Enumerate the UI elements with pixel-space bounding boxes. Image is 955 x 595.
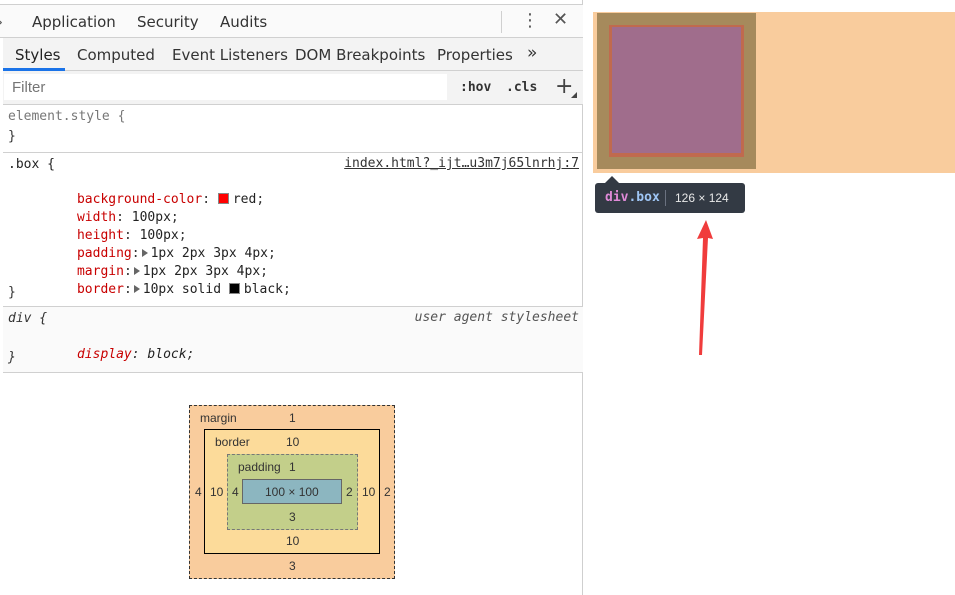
margin-top-value[interactable]: 1 xyxy=(289,411,296,425)
property-value[interactable]: black xyxy=(244,282,283,297)
property-value[interactable]: block xyxy=(147,347,186,362)
double-chevron-right-icon[interactable]: » xyxy=(527,43,537,63)
tooltip-dimensions: 126 × 124 xyxy=(675,191,729,205)
margin-right-value[interactable]: 2 xyxy=(384,485,391,499)
tooltip-element-name: div.box xyxy=(605,190,660,205)
expand-triangle-icon[interactable] xyxy=(133,285,140,293)
tab-security[interactable]: Security xyxy=(137,13,199,31)
cls-button[interactable]: .cls xyxy=(506,80,537,95)
corner-triangle-icon xyxy=(571,92,577,98)
rule-source-label: user agent stylesheet xyxy=(414,310,579,325)
border-bottom-value[interactable]: 10 xyxy=(286,534,299,548)
padding-label: padding xyxy=(238,460,281,474)
margin-left-value[interactable]: 4 xyxy=(195,485,202,499)
highlight-content-overlay xyxy=(612,27,741,153)
close-icon[interactable]: ✕ xyxy=(553,9,568,30)
border-top-value[interactable]: 10 xyxy=(286,435,299,449)
declaration-border[interactable]: border: 10px solid black; xyxy=(30,267,291,312)
box-rule: .box { index.html?_ijt…u3m7j65lnrhj:7 ba… xyxy=(3,153,583,307)
element-inspect-tooltip: div.box 126 × 124 xyxy=(595,176,745,213)
rule-selector[interactable]: div { xyxy=(8,311,47,326)
property-name[interactable]: border xyxy=(77,282,124,297)
tooltip-tag: div xyxy=(605,190,629,205)
property-value[interactable]: red xyxy=(233,192,256,207)
border-label: border xyxy=(215,435,250,449)
margin-bottom-value[interactable]: 3 xyxy=(289,559,296,573)
rule-source-link[interactable]: index.html?_ijt…u3m7j65lnrhj:7 xyxy=(344,156,579,171)
tabbar-divider xyxy=(501,11,502,33)
tab-event-listeners[interactable]: Event Listeners xyxy=(172,46,288,64)
tab-computed[interactable]: Computed xyxy=(77,46,155,64)
element-style-rule: element.style { } xyxy=(3,105,583,153)
hov-button[interactable]: :hov xyxy=(460,80,491,95)
padding-bottom-value[interactable]: 3 xyxy=(289,510,296,524)
rule-close-brace: } xyxy=(8,350,16,365)
devtools-main-tabbar: › Application Security Audits ⋮ ✕ xyxy=(0,4,583,38)
filter-input[interactable] xyxy=(4,74,447,100)
semicolon: ; xyxy=(283,282,291,297)
declaration-display[interactable]: display: block; xyxy=(30,332,194,377)
margin-label: margin xyxy=(200,411,237,425)
tooltip-arrow xyxy=(605,176,619,183)
color-swatch-icon[interactable] xyxy=(228,283,240,294)
semicolon: ; xyxy=(186,347,195,362)
tooltip-divider xyxy=(665,190,666,206)
sidebar-tabbar: Styles Computed Event Listeners DOM Brea… xyxy=(3,38,583,71)
devtools-panel: › Application Security Audits ⋮ ✕ Styles… xyxy=(0,0,583,595)
colon: : xyxy=(131,347,148,362)
colon: : xyxy=(202,192,218,207)
tab-application[interactable]: Application xyxy=(32,13,116,31)
rule-close-brace: } xyxy=(8,129,16,144)
content-size-value[interactable]: 100 × 100 xyxy=(265,485,319,499)
border-left-value[interactable]: 10 xyxy=(210,485,223,499)
tab-overflow-chevron-icon[interactable]: › xyxy=(0,13,3,31)
tab-styles[interactable]: Styles xyxy=(15,46,61,64)
rule-selector[interactable]: element.style { xyxy=(8,109,125,124)
user-agent-div-rule: div { user agent stylesheet display: blo… xyxy=(3,307,583,373)
annotation-arrow-icon xyxy=(697,220,713,355)
padding-top-value[interactable]: 1 xyxy=(289,460,296,474)
annotation-arrow-shape xyxy=(697,220,713,355)
tab-audits[interactable]: Audits xyxy=(220,13,267,31)
property-name[interactable]: display xyxy=(77,347,132,362)
property-value-prefix[interactable]: 10px solid xyxy=(143,282,221,297)
vertical-dots-icon[interactable]: ⋮ xyxy=(521,10,539,31)
tooltip-class: .box xyxy=(628,190,660,205)
rule-selector[interactable]: .box { xyxy=(8,157,55,172)
tab-properties[interactable]: Properties xyxy=(437,46,513,64)
rule-close-brace: } xyxy=(8,285,16,300)
colon: : xyxy=(123,282,132,297)
styles-toolbar: :hov .cls + xyxy=(3,71,583,105)
padding-right-value[interactable]: 2 xyxy=(346,485,353,499)
border-right-value[interactable]: 10 xyxy=(362,485,375,499)
semicolon: ; xyxy=(256,192,265,207)
padding-left-value[interactable]: 4 xyxy=(232,485,239,499)
semicolon: ; xyxy=(268,246,276,261)
tab-dom-breakpoints[interactable]: DOM Breakpoints xyxy=(295,46,425,64)
color-swatch-icon[interactable] xyxy=(217,193,229,204)
